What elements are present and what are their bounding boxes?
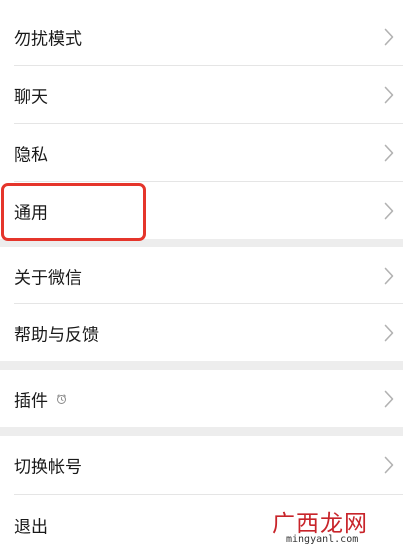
watermark-title: 广西龙网 [272,511,368,537]
settings-item-about-wechat[interactable]: 关于微信 [0,247,403,305]
settings-item-label-wrap: 插件 [14,386,67,411]
chevron-right-icon [384,324,394,342]
settings-item-label: 帮助与反馈 [14,325,99,346]
settings-item-label: 退出 [14,517,48,538]
settings-item-chat[interactable]: 聊天 [0,66,403,124]
settings-item-label: 关于微信 [14,268,82,289]
settings-item-label: 切换帐号 [14,457,82,478]
settings-item-help-feedback[interactable]: 帮助与反馈 [0,304,403,362]
chevron-right-icon [384,456,394,474]
chevron-right-icon [384,390,394,407]
chevron-right-icon [384,144,394,162]
settings-item-do-not-disturb[interactable]: 勿扰模式 [0,8,403,66]
settings-group-plugins: 插件 [0,370,403,427]
settings-item-label: 隐私 [14,145,48,166]
settings-item-label: 插件 [14,391,48,411]
chevron-right-icon [384,28,394,46]
chevron-right-icon [384,267,394,285]
plugin-badge-icon [57,394,66,404]
settings-item-switch-account[interactable]: 切换帐号 [0,436,403,494]
settings-group-about: 关于微信 帮助与反馈 [0,247,403,361]
watermark-url: mingyanl.com [286,534,359,545]
chevron-right-icon [384,202,394,220]
settings-item-plugins[interactable]: 插件 [0,370,403,427]
watermark: 广西龙网 mingyanl.com [272,504,400,546]
settings-item-label: 勿扰模式 [14,29,82,50]
highlight-box [1,183,146,241]
chevron-right-icon [384,86,394,104]
settings-item-privacy[interactable]: 隐私 [0,124,403,182]
settings-item-label: 聊天 [14,87,48,108]
